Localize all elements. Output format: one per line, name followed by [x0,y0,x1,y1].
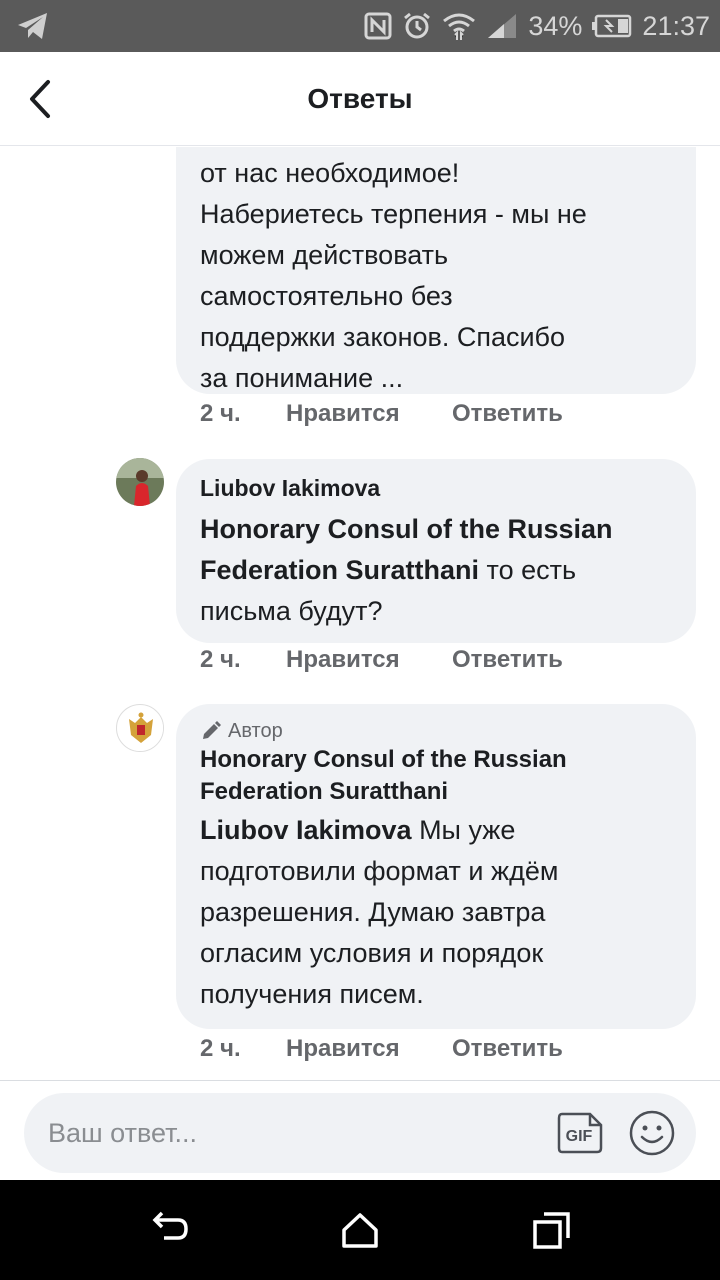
header: Ответы [0,52,720,146]
wifi-icon [443,13,476,40]
avatar-photo [116,458,164,506]
comment-line: самостоятельно без [200,281,453,311]
comment-author[interactable]: Honorary Consul of the Russian Federatio… [200,744,672,808]
alarm-icon [404,12,431,39]
comment-line: огласим условия и порядок [200,938,544,968]
replies-sheet: Ответы от нас необходимое! Набериетесь т… [0,52,720,1180]
comment-actions: 2 ч. Нравится Ответить [200,1035,563,1063]
author-badge: Автор [200,718,672,744]
author-line: Honorary Consul of the Russian [200,746,567,773]
comment-author[interactable]: Liubov Iakimova [200,473,672,503]
mention-link[interactable]: Federation Suratthani [200,555,479,585]
comment-text: Honorary Consul of the Russian Federatio… [200,509,672,632]
reply-placeholder: Ваш ответ... [48,1118,198,1148]
like-button[interactable]: Нравится [286,400,452,428]
comment-line: разрешения. Думаю завтра [200,897,546,927]
reply-input[interactable]: Ваш ответ... GIF [24,1093,696,1173]
comment-text: от нас необходимое! Набериетесь терпения… [200,153,672,399]
clock: 21:37 [642,10,710,41]
comment-list[interactable]: от нас необходимое! Набериетесь терпения… [0,147,720,1080]
comment-line: можем действовать [200,240,449,270]
comment-line: от нас необходимое! [200,158,460,188]
comment-line: Набериетесь терпения - мы не [200,199,587,229]
comment-line: получения писем. [200,979,424,1009]
page-title: Ответы [307,83,413,114]
reply-button[interactable]: Ответить [452,400,563,428]
nfc-icon [364,12,392,40]
author-line: Federation Suratthani [200,778,449,805]
signal-icon [488,14,517,38]
nav-recents-icon[interactable] [532,1210,572,1250]
comment-line: за понимание ... [200,363,404,393]
avatar[interactable] [116,704,164,752]
comment-line: Мы уже [411,815,516,845]
nav-home-icon[interactable] [340,1210,380,1250]
comment-time: 2 ч. [200,400,241,427]
comment-actions: 2 ч. Нравится Ответить [200,646,563,674]
comment-actions: 2 ч. Нравится Ответить [200,400,563,428]
like-button[interactable]: Нравится [286,646,452,674]
battery-icon [592,14,632,38]
reply-composer: Ваш ответ... GIF [0,1080,720,1180]
gif-label: GIF [566,1128,593,1145]
nav-back-icon[interactable] [150,1210,190,1250]
telegram-icon [18,13,47,39]
comment-bubble: от нас необходимое! Набериетесь терпения… [176,147,696,394]
coat-of-arms-icon [118,706,163,751]
comment-line: подготовили формат и ждём [200,856,559,886]
mention-link[interactable]: Honorary Consul of the Russian [200,514,613,544]
comment-line: поддержки законов. Спасибо [200,322,566,352]
comment-text: Liubov Iakimova Мы уже подготовили форма… [200,810,672,1015]
badge-label: Автор [228,720,283,742]
pencil-icon [203,721,221,739]
comment-line: письма будут? [200,596,383,626]
reply-button[interactable]: Ответить [452,646,563,674]
mention-link[interactable]: Liubov Iakimova [200,815,412,845]
emoji-icon[interactable] [628,1109,676,1157]
comment-line: то есть [479,555,577,585]
comment-bubble: Автор Honorary Consul of the Russian Fed… [176,704,696,1029]
avatar[interactable] [116,458,164,506]
gif-icon[interactable]: GIF [556,1111,604,1155]
comment-time: 2 ч. [200,646,241,673]
battery-percent: 34% [528,10,583,41]
comment-bubble: Liubov Iakimova Honorary Consul of the R… [176,459,696,643]
like-button[interactable]: Нравится [286,1035,452,1063]
status-bar: 34% 21:37 [0,0,720,52]
system-nav-bar [0,1180,720,1280]
comment-time: 2 ч. [200,1035,241,1062]
reply-button[interactable]: Ответить [452,1035,563,1063]
